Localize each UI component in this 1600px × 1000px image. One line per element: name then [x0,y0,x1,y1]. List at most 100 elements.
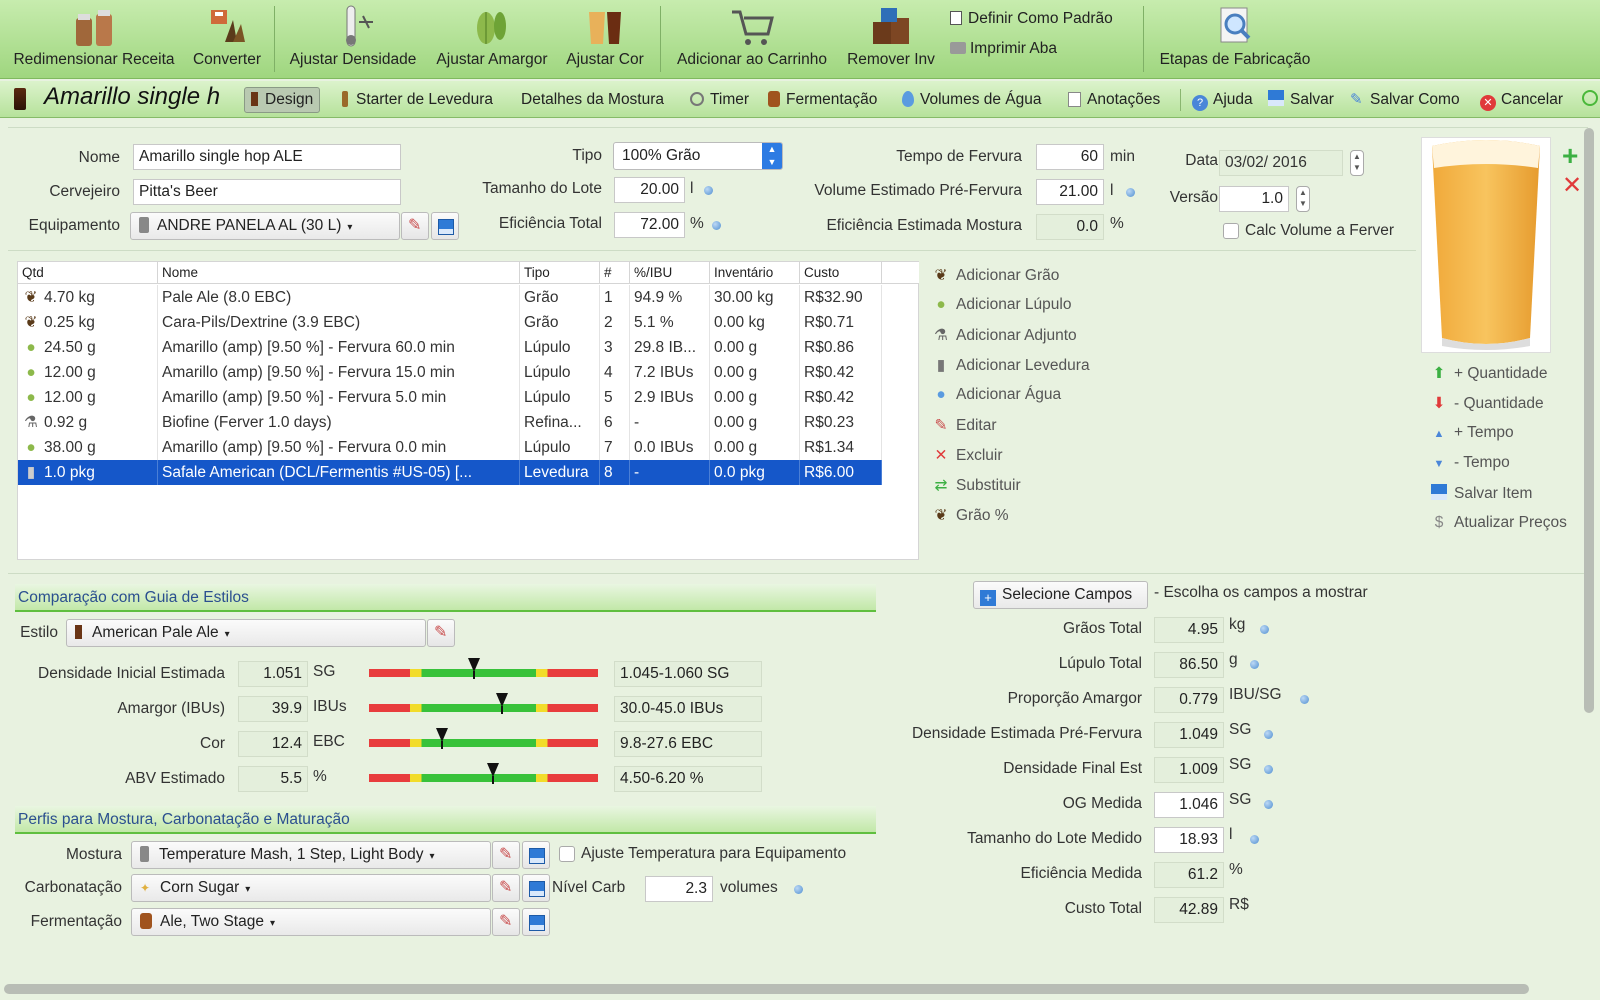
table-row[interactable]: ▮ 1.0 pkg Safale American (DCL/Fermentis #… [18,460,882,485]
style-select[interactable]: American Pale Ale ▾ [66,619,426,647]
brew-steps-button[interactable]: Etapas de Fabricação [1152,4,1318,76]
pre-boil-volume-field[interactable]: 21.00 [1036,179,1104,205]
col-header-qty[interactable]: Qtd [18,262,158,284]
stat-value[interactable]: 18.93 [1154,827,1224,853]
stat-label: Tamanho do Lote Medido [967,830,1142,847]
adjust-bitterness-button[interactable]: Ajustar Amargor [430,4,554,76]
add-yeast-button[interactable]: ▮ Adicionar Levedura [932,356,1090,375]
tab-mash-details[interactable]: Detalhes da Mostura [521,87,664,113]
resize-recipe-button[interactable]: Redimensionar Receita [6,4,182,76]
substitute-button[interactable]: ⇄ Substituir [932,476,1021,495]
tab-notes[interactable]: Anotações [1068,87,1160,113]
calc-boil-volume-checkbox[interactable] [1223,223,1239,239]
adjust-temp-checkbox[interactable] [559,846,575,862]
delete-button[interactable]: ✕ Excluir [932,446,1003,465]
qty-plus-button[interactable]: ⬆ + Quantidade [1430,364,1548,383]
save-button[interactable]: Salvar [1268,87,1334,113]
add-grain-button[interactable]: ❦ Adicionar Grão [932,266,1060,285]
cancel-button[interactable]: ✕ Cancelar [1480,87,1563,113]
tab-water-volumes[interactable]: Volumes de Água [902,87,1042,113]
tab-timer[interactable]: Timer [690,87,749,113]
mash-edit-button[interactable] [492,841,520,869]
fermentation-edit-button[interactable] [492,908,520,936]
stat-unit: SG [1229,756,1252,773]
col-header-name[interactable]: Nome [158,262,520,284]
tab-yeast-starter[interactable]: Starter de Levedura [342,87,493,113]
adjust-color-button[interactable]: Ajustar Cor [560,4,650,76]
save-as-button[interactable]: ✎ Salvar Como [1350,87,1460,113]
edit-button[interactable]: ✎ Editar [932,416,997,435]
carbonation-edit-button[interactable] [492,874,520,902]
carbonation-select[interactable]: ✦ Corn Sugar ▾ [131,874,491,902]
table-row[interactable]: ⚗ 0.92 g Biofine (Ferver 1.0 days) Refina..… [18,410,882,435]
boil-time-field[interactable]: 60 [1036,144,1104,170]
save-item-button[interactable]: Salvar Item [1430,484,1532,503]
remove-inventory-button[interactable]: Remover Inv [842,4,940,76]
table-row[interactable]: ● 12.00 g Amarillo (amp) [9.50 %] - Fervur… [18,360,882,385]
add-water-button[interactable]: ● Adicionar Água [932,386,1061,404]
col-header-cost[interactable]: Custo [800,262,882,284]
style-edit-button[interactable] [427,619,455,647]
time-minus-button[interactable]: ▼ - Tempo [1430,454,1510,472]
mash-profile-select[interactable]: Temperature Mash, 1 Step, Light Body ▾ [131,841,491,869]
table-row[interactable]: ● 12.00 g Amarillo (amp) [9.50 %] - Fervur… [18,385,882,410]
print-tab-button[interactable]: Imprimir Aba [950,40,1057,58]
stat-value[interactable]: 1.046 [1154,792,1224,818]
table-row[interactable]: ● 24.50 g Amarillo (amp) [9.50 %] - Fervur… [18,335,882,360]
remove-icon[interactable]: ✕ [1562,172,1582,200]
convert-button[interactable]: Converter [186,4,268,76]
time-plus-button[interactable]: ▲ + Tempo [1430,424,1514,442]
tab-fermentation[interactable]: Fermentação [768,87,877,113]
brewer-field[interactable]: Pitta's Beer [133,179,401,205]
equipment-select[interactable]: ANDRE PANELA AL (30 L) ▾ [130,212,400,240]
edit-icon: ✎ [934,417,948,434]
equipment-edit-button[interactable] [401,212,429,240]
table-cell-num: 3 [600,335,630,360]
add-hop-button[interactable]: ● Adicionar Lúpulo [932,296,1071,314]
select-fields-button[interactable]: + Selecione Campos [973,581,1148,609]
water-drop-icon: ● [936,386,946,403]
version-field[interactable]: 1.0 [1219,186,1289,212]
col-header-num[interactable]: # [600,262,630,284]
col-header-type[interactable]: Tipo [520,262,600,284]
carb-level-field[interactable]: 2.3 [645,876,713,902]
version-stepper[interactable]: ▲ ▼ [1296,186,1310,212]
grain-percent-button[interactable]: ❦ Grão % [932,506,1009,525]
type-select[interactable]: 100% Grão ▲ ▼ [613,142,783,170]
col-header-pct[interactable]: %/IBU [630,262,710,284]
brewer-label: Cervejeiro [49,183,120,200]
vertical-scrollbar[interactable] [1584,128,1594,713]
update-prices-button[interactable]: $ Atualizar Preços [1430,514,1567,532]
profiles-section-header: Perfis para Mostura, Carbonatação e Matu… [15,806,876,834]
name-field[interactable]: Amarillo single hop ALE [133,144,401,170]
fermentation-save-button[interactable] [522,908,550,936]
date-stepper[interactable]: ▲ ▼ [1350,150,1364,176]
col-header-inventory[interactable]: Inventário [710,262,800,284]
stat-unit: IBU/SG [1229,686,1282,703]
table-cell-type: Grão [520,285,600,310]
table-row[interactable]: ❦ 0.25 kg Cara-Pils/Dextrine (3.9 EBC) Grão… [18,310,882,335]
add-adjunct-button[interactable]: ⚗ Adicionar Adjunto [932,326,1077,345]
batch-size-field[interactable]: 20.00 [614,177,685,203]
style-row-range: 9.8-27.6 EBC [614,731,762,757]
date-field[interactable]: 03/02/ 2016 [1219,150,1343,176]
grain-icon: ❦ [934,507,948,524]
tab-design[interactable]: Design [244,87,321,113]
ok-icon[interactable] [1582,90,1598,106]
table-cell-num: 2 [600,310,630,335]
add-icon[interactable]: + [1562,142,1578,170]
help-button[interactable]: ? Ajuda [1192,87,1253,113]
adjust-gravity-button[interactable]: Ajustar Densidade [282,4,424,76]
table-row[interactable]: ❦ 4.70 kg Pale Ale (8.0 EBC) Grão 1 94.9 % 30.… [18,285,882,310]
qty-minus-button[interactable]: ⬇ - Quantidade [1430,394,1544,413]
mash-save-button[interactable] [522,841,550,869]
carbonation-save-button[interactable] [522,874,550,902]
efficiency-field[interactable]: 72.00 [614,212,685,238]
table-row[interactable]: ● 38.00 g Amarillo (amp) [9.50 %] - Fervur… [18,435,882,460]
horizontal-scrollbar[interactable] [4,984,1529,994]
glass-icon [75,625,82,639]
table-cell-qty: ● 12.00 g [18,385,158,410]
add-to-cart-button[interactable]: Adicionar ao Carrinho [668,4,836,76]
fermentation-select[interactable]: Ale, Two Stage ▾ [131,908,491,936]
set-default-button[interactable]: Definir Como Padrão [950,10,1113,28]
